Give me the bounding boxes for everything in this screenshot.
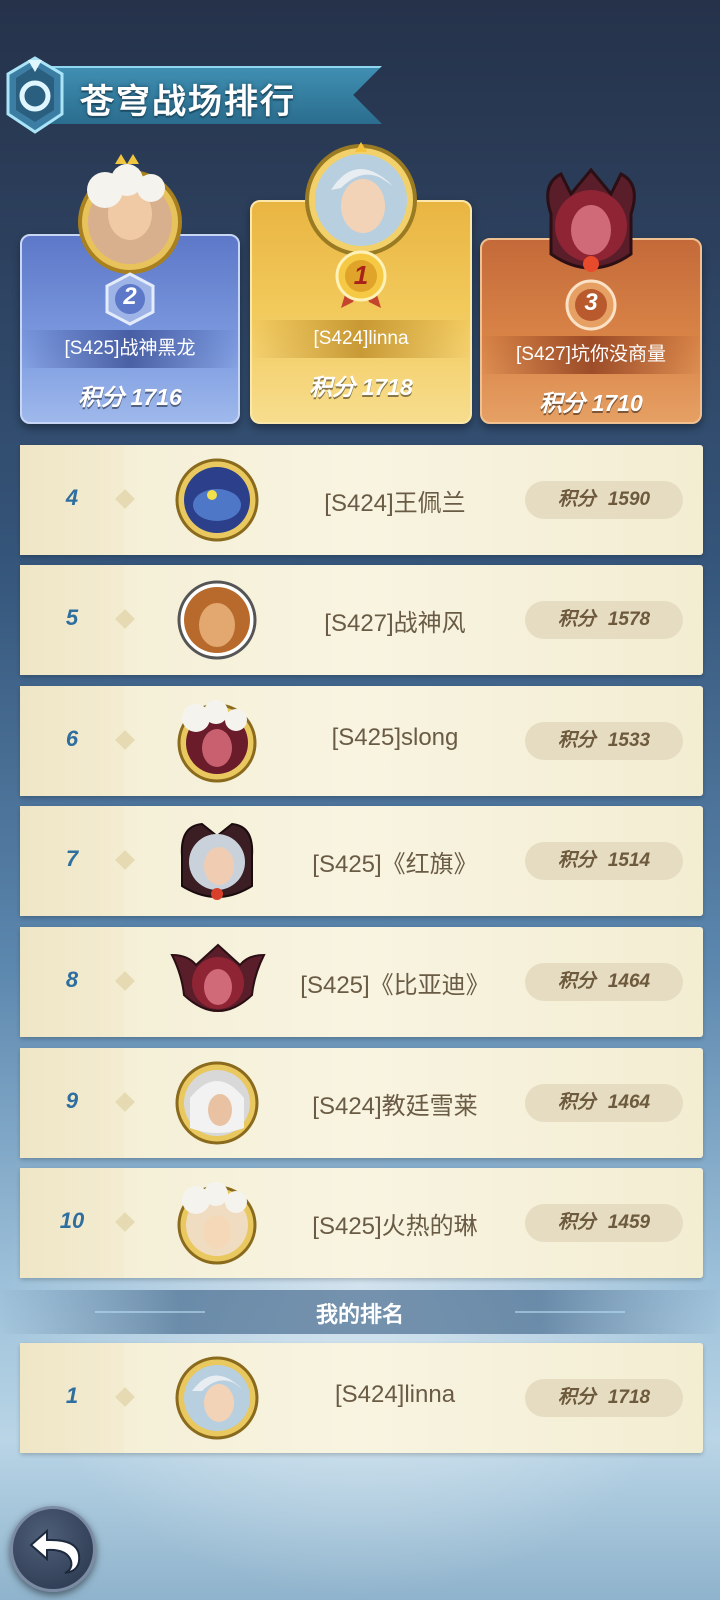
player-name: [S424]linna xyxy=(250,320,472,358)
podium-rank-3[interactable]: 3 [S427]坑你没商量 积分 1710 xyxy=(480,150,702,424)
player-avatar xyxy=(180,822,254,900)
player-name: [S425]《比亚迪》 xyxy=(300,972,490,999)
score-pill: 积分 1464 xyxy=(525,1084,683,1122)
rank-number: 6 xyxy=(65,726,79,751)
player-avatar xyxy=(177,1182,257,1265)
ranking-row[interactable]: 7 [S425]《红旗》 积分 1514 xyxy=(20,806,703,916)
my-rank-row[interactable]: 1 [S424]linna 积分 1718 xyxy=(20,1343,703,1453)
player-avatar xyxy=(546,167,636,272)
ranking-row[interactable]: 10 [S425]火热的琳 积分 1459 xyxy=(20,1168,703,1278)
player-score: 积分 1718 xyxy=(250,368,472,402)
player-score: 积分 1716 xyxy=(20,378,240,412)
player-name: [S427]坑你没商量 xyxy=(480,336,702,374)
score-label: 积分 xyxy=(557,971,596,992)
score-pill: 积分 1578 xyxy=(525,601,683,639)
score-value: 1718 xyxy=(361,374,413,400)
page-title: 苍穹战场排行 xyxy=(80,83,296,121)
score-pill: 积分 1514 xyxy=(525,842,683,880)
ranking-row[interactable]: 9 [S424]教廷雪莱 积分 1464 xyxy=(20,1048,703,1158)
player-avatar xyxy=(175,1356,259,1440)
player-avatar xyxy=(78,154,182,274)
score-value: 1716 xyxy=(130,384,182,410)
score-pill: 积分 1464 xyxy=(525,963,683,1001)
score-value: 1718 xyxy=(607,1387,651,1408)
player-name: [S424]linna xyxy=(334,1381,456,1408)
score-label: 积分 xyxy=(78,384,125,410)
player-avatar xyxy=(177,700,257,783)
score-label: 积分 xyxy=(557,850,596,871)
ranking-row[interactable]: 5 [S427]战神风 积分 1578 xyxy=(20,565,703,675)
score-label: 积分 xyxy=(557,1212,596,1233)
podium-rank-1[interactable]: 1 [S424]linna 积分 1718 xyxy=(250,140,472,424)
podium-rank-number: 2 xyxy=(123,283,137,310)
back-button[interactable] xyxy=(10,1506,96,1592)
player-avatar xyxy=(175,458,259,542)
score-value: 1464 xyxy=(607,971,651,992)
rank-number: 10 xyxy=(59,1208,85,1233)
score-label: 积分 xyxy=(539,390,586,416)
score-value: 1533 xyxy=(607,730,651,751)
score-label: 积分 xyxy=(557,1387,596,1408)
player-avatar xyxy=(170,943,266,1012)
podium-rank-2[interactable]: 2 [S425]战神黑龙 积分 1716 xyxy=(20,150,240,424)
score-pill: 积分 1590 xyxy=(525,481,683,519)
player-name: [S425]《红旗》 xyxy=(312,851,478,878)
player-name: [S425]战神黑龙 xyxy=(20,330,240,368)
score-value: 1459 xyxy=(607,1212,651,1233)
player-name: [S427]战神风 xyxy=(324,610,466,637)
ranking-row[interactable]: 8 [S425]《比亚迪》 积分 1464 xyxy=(20,927,703,1037)
player-name: [S424]王佩兰 xyxy=(324,490,466,517)
score-value: 1464 xyxy=(607,1092,651,1113)
rank-number: 5 xyxy=(65,605,79,630)
rank-number: 8 xyxy=(65,967,79,992)
score-value: 1578 xyxy=(607,609,651,630)
rank-number: 9 xyxy=(65,1088,79,1113)
back-arrow-icon xyxy=(29,1528,81,1574)
crystal-emblem-icon xyxy=(6,56,64,134)
player-avatar xyxy=(177,580,257,660)
score-label: 积分 xyxy=(557,609,596,630)
player-name: [S425]slong xyxy=(331,724,459,751)
podium-rank-number: 1 xyxy=(353,260,369,290)
ranking-row[interactable]: 4 [S424]王佩兰 积分 1590 xyxy=(20,445,703,555)
score-label: 积分 xyxy=(557,1092,596,1113)
podium-rank-number: 3 xyxy=(584,289,598,316)
score-value: 1590 xyxy=(607,489,651,510)
player-name: [S425]火热的琳 xyxy=(312,1213,478,1240)
score-label: 积分 xyxy=(557,730,596,751)
score-value: 1514 xyxy=(607,850,651,871)
rank-number: 7 xyxy=(65,846,79,871)
player-avatar xyxy=(175,1061,259,1145)
player-score: 积分 1710 xyxy=(480,384,702,418)
score-pill: 积分 1718 xyxy=(525,1379,683,1417)
score-value: 1710 xyxy=(591,390,643,416)
player-avatar xyxy=(305,142,417,256)
ranking-row[interactable]: 6 [S425]slong 积分 1533 xyxy=(20,686,703,796)
score-label: 积分 xyxy=(557,489,596,510)
rank-number: 4 xyxy=(65,485,79,510)
my-rank-label: 我的排名 xyxy=(315,1302,404,1327)
score-label: 积分 xyxy=(309,374,356,400)
score-pill: 积分 1459 xyxy=(525,1204,683,1242)
rank-number: 1 xyxy=(65,1383,79,1408)
player-name: [S424]教廷雪莱 xyxy=(312,1093,478,1120)
score-pill: 积分 1533 xyxy=(525,722,683,760)
